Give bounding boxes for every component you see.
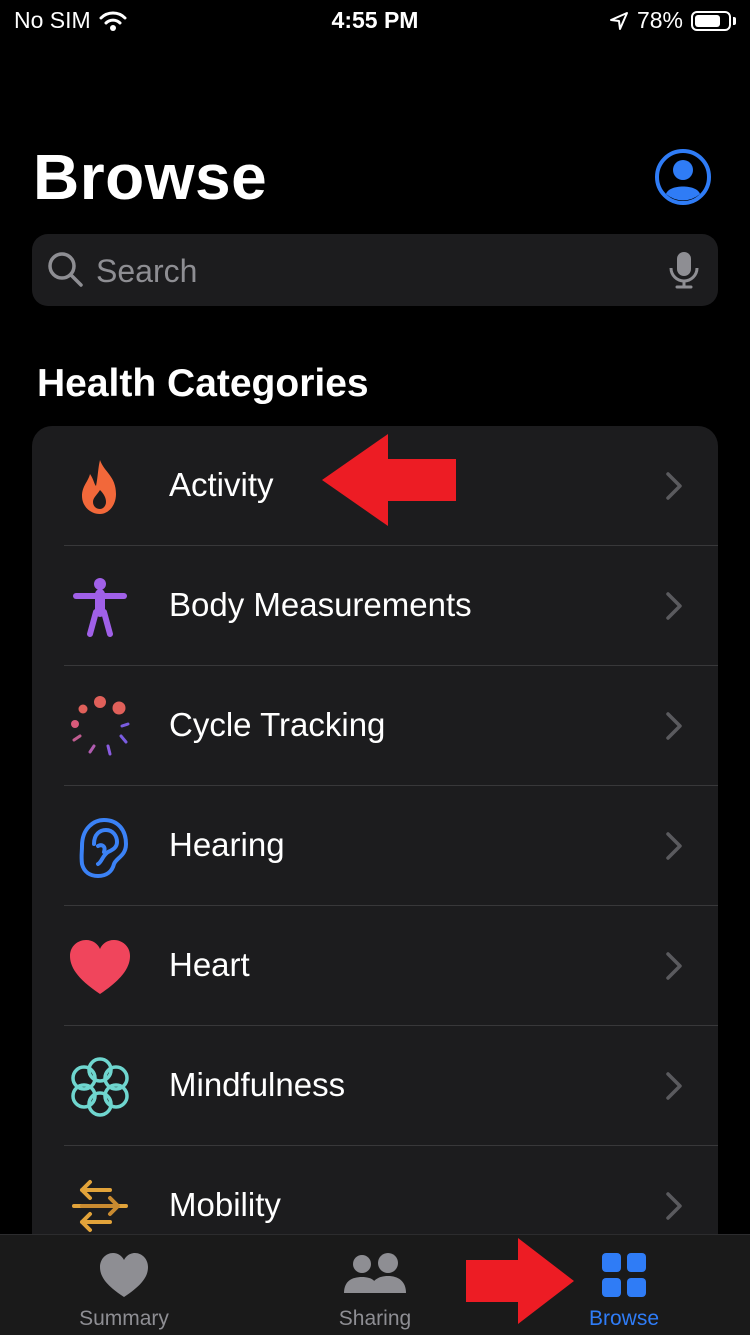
category-label: Hearing: [169, 826, 285, 863]
person-circle-icon[interactable]: [654, 148, 712, 206]
section-title: Health Categories: [37, 362, 369, 405]
chevron-right-icon: [666, 592, 682, 620]
ear-icon: [79, 817, 129, 878]
category-label: Mindfulness: [169, 1066, 346, 1103]
page-title: Browse: [33, 141, 268, 213]
chevron-right-icon: [666, 832, 682, 860]
battery-icon: [691, 10, 731, 31]
annotation-arrow-right: [466, 1238, 574, 1324]
category-row-heart[interactable]: Heart: [32, 906, 718, 1026]
category-label: Cycle Tracking: [169, 706, 386, 743]
microphone-icon[interactable]: [666, 250, 702, 290]
category-row-hearing[interactable]: Hearing: [32, 786, 718, 906]
chevron-right-icon: [666, 1192, 682, 1220]
chevron-right-icon: [666, 952, 682, 980]
battery-percent: 78%: [636, 7, 683, 33]
grid-icon: [602, 1253, 646, 1297]
health-categories-list: Activity Body Measurements Cycle Trackin…: [32, 426, 718, 1326]
arrows-icon: [72, 1180, 128, 1232]
category-label: Mobility: [169, 1186, 281, 1223]
tab-summary[interactable]: Summary: [24, 1235, 224, 1335]
search-bar[interactable]: [32, 234, 718, 306]
figure-icon: [73, 578, 127, 637]
chevron-right-icon: [666, 1072, 682, 1100]
tab-label: Summary: [79, 1307, 169, 1330]
category-label: Activity: [169, 466, 274, 503]
category-label: Heart: [169, 946, 250, 983]
chevron-right-icon: [666, 472, 682, 500]
status-bar: No SIM 4:55 PM 78%: [0, 0, 750, 42]
location-arrow-icon: [609, 11, 628, 30]
search-input[interactable]: [94, 246, 658, 296]
tab-label: Sharing: [338, 1307, 412, 1330]
cycle-dots-icon: [71, 696, 130, 756]
category-row-cycle-tracking[interactable]: Cycle Tracking: [32, 666, 718, 786]
category-row-body-measurements[interactable]: Body Measurements: [32, 546, 718, 666]
chevron-right-icon: [666, 712, 682, 740]
status-right: 78%: [609, 7, 736, 34]
annotation-arrow-left: [322, 434, 456, 526]
category-label: Body Measurements: [169, 586, 472, 623]
heart-icon: [100, 1253, 148, 1297]
tab-sharing[interactable]: Sharing: [275, 1235, 475, 1335]
flame-icon: [82, 460, 116, 514]
battery-fill: [695, 14, 720, 27]
search-icon: [48, 252, 83, 287]
tab-bar: Summary Sharing Browse: [0, 1234, 750, 1335]
people-icon: [344, 1253, 406, 1293]
heart-icon: [70, 940, 130, 994]
flower-icon: [71, 1057, 129, 1117]
battery-tip: [733, 16, 736, 25]
category-row-mindfulness[interactable]: Mindfulness: [32, 1026, 718, 1146]
